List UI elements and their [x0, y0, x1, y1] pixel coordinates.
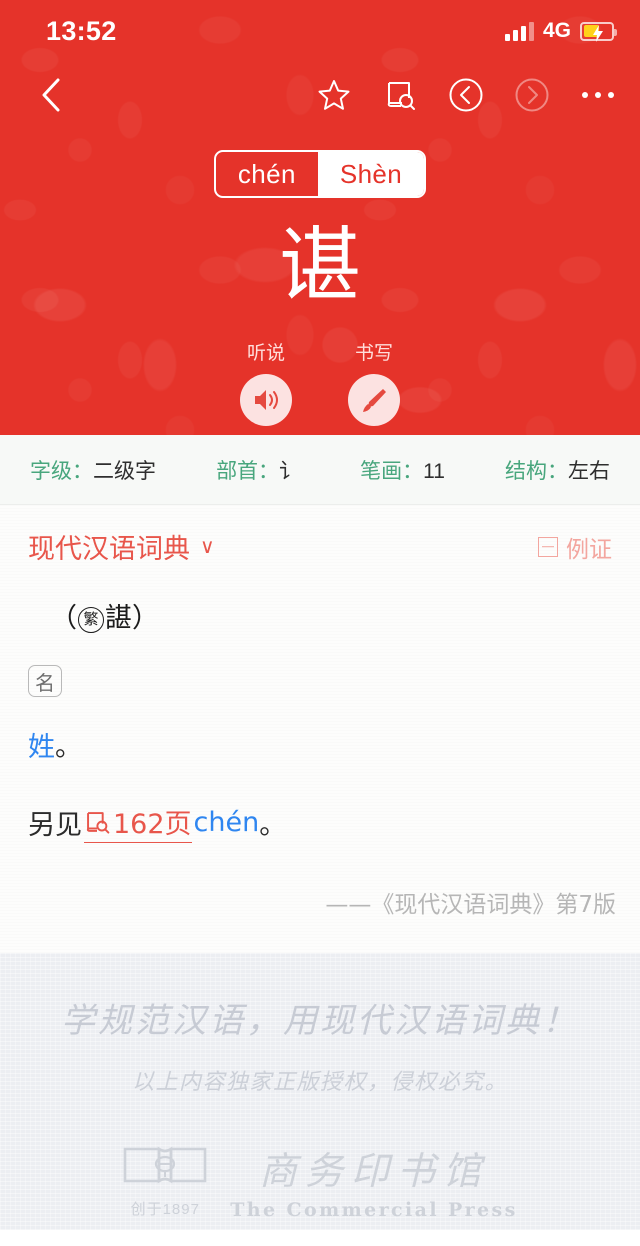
examples-toggle-button[interactable]: 例证	[538, 530, 612, 564]
page-number-label: 162页	[113, 809, 192, 840]
publisher-name-en: The Commercial Press	[230, 1199, 518, 1221]
see-also-prefix: 另见	[28, 810, 82, 841]
info-item-level: 字级：二级字	[30, 455, 156, 485]
status-bar: 13:52 4G	[0, 0, 640, 62]
writing-label: 书写	[354, 343, 393, 364]
info-label-level: 字级：	[30, 459, 93, 483]
listen-speak-label: 听说	[246, 343, 285, 364]
brush-icon	[348, 374, 400, 426]
pinyin-toggle: chén Shèn	[0, 150, 640, 198]
book-search-icon[interactable]	[380, 75, 420, 115]
pinyin-option-chen[interactable]: chén	[216, 152, 318, 196]
info-item-strokes: 笔画：11	[360, 455, 445, 485]
dictionary-header: 现代汉语词典 ∨ 例证	[0, 505, 640, 574]
chevron-down-icon: ∨	[200, 536, 215, 558]
status-clock: 13:52	[46, 15, 117, 46]
speaker-icon	[240, 374, 292, 426]
battery-charging-icon	[580, 21, 617, 42]
listen-speak-button[interactable]: 听说	[240, 338, 292, 426]
info-value-structure: 左右	[568, 459, 610, 483]
footer-copyright-note: 以上内容独家正版授权，侵权必究。	[131, 1070, 508, 1095]
see-also-pinyin: chén	[193, 807, 260, 838]
star-icon[interactable]	[314, 75, 354, 115]
publisher-name-cn: 商务印书馆	[258, 1149, 489, 1193]
footer-slogan: 学规范汉语，用现代汉语词典！	[61, 1001, 579, 1041]
sense-period: 。	[55, 732, 82, 763]
book-search-icon	[86, 811, 110, 834]
back-button[interactable]	[28, 72, 74, 118]
see-also-period: 。	[259, 810, 287, 841]
page-cross-reference-link[interactable]: 162页	[84, 802, 192, 843]
writing-button[interactable]: 书写	[348, 338, 400, 426]
info-label-strokes: 笔画：	[360, 459, 424, 483]
circle-chevron-left-icon[interactable]	[446, 75, 486, 115]
character-info-bar: 字级：二级字 部首：讠 笔画：11 结构：左右	[0, 435, 640, 505]
info-value-level: 二级字	[93, 459, 156, 483]
footer-branding: 学规范汉语，用现代汉语词典！ 以上内容独家正版授权，侵权必究。 创于1897 商…	[0, 953, 640, 1230]
header-banner: 13:52 4G chén Shèn 谌 听说 书写	[0, 0, 640, 435]
part-of-speech-tag: 名	[28, 665, 62, 697]
traditional-marker-badge: 繁	[78, 606, 104, 633]
headword-character: 谌	[278, 219, 361, 314]
collapse-box-icon	[538, 536, 558, 557]
dictionary-name-label: 现代汉语词典	[28, 534, 190, 564]
publisher-founded-year: 创于1897	[130, 1200, 200, 1218]
action-button-group: 听说 书写	[0, 338, 640, 426]
traditional-character: 諶	[105, 603, 132, 634]
definition-panel: 现代汉语词典 ∨ 例证 （繁諶） 名 姓。 另见 162页 chén 。 ——《…	[0, 505, 640, 953]
source-attribution: ——《现代汉语词典》第7版	[325, 892, 616, 918]
info-label-structure: 结构：	[505, 459, 568, 483]
publisher-logo: 创于1897 商务印书馆 The Commercial Press	[0, 1140, 640, 1221]
see-also-line: 另见 162页 chén。	[28, 802, 612, 843]
navigation-bar	[0, 62, 640, 128]
network-type-label: 4G	[542, 19, 571, 42]
traditional-open-paren: （	[50, 603, 77, 634]
pinyin-option-shen[interactable]: Shèn	[317, 152, 425, 196]
more-dots-icon[interactable]	[578, 75, 618, 115]
info-value-radical: 讠	[279, 459, 301, 483]
info-value-strokes: 11	[423, 459, 445, 483]
open-book-logo-icon	[123, 1146, 207, 1183]
info-label-radical: 部首：	[216, 459, 280, 483]
sense-line: 姓。	[28, 725, 612, 764]
traditional-close-paren: ）	[132, 603, 159, 634]
dictionary-selector[interactable]: 现代汉语词典 ∨	[28, 527, 215, 566]
sense-text: 姓	[28, 732, 55, 763]
info-item-radical: 部首：讠	[216, 455, 300, 485]
info-item-structure: 结构：左右	[505, 455, 610, 485]
signal-bars-icon	[504, 21, 534, 41]
definition-body: （繁諶） 名 姓。 另见 162页 chén。	[0, 574, 640, 843]
examples-toggle-label: 例证	[566, 535, 612, 562]
traditional-form-line: （繁諶）	[28, 596, 612, 635]
circle-chevron-right-icon[interactable]	[512, 75, 552, 115]
